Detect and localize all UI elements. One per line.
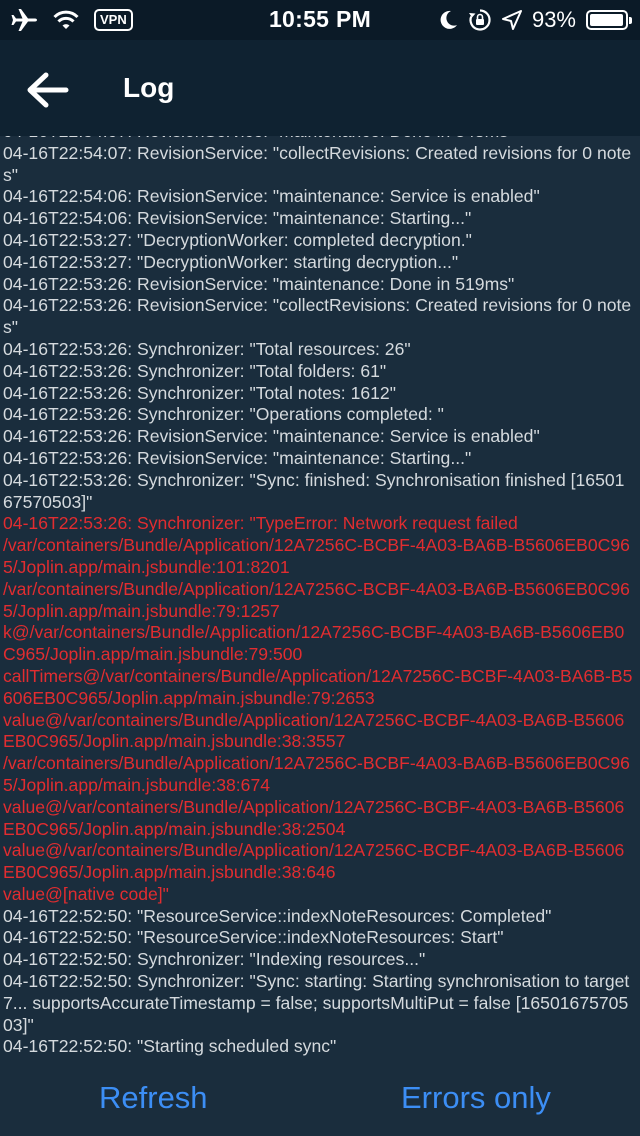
log-entry: 04-16T22:54:06: RevisionService: "mainte…	[3, 208, 472, 229]
back-arrow-icon	[27, 72, 69, 108]
location-arrow-icon	[501, 10, 522, 30]
status-bar: VPN 10:55 PM 93%	[0, 0, 640, 40]
log-entry: 04-16T22:52:50: Synchronizer: "Indexing …	[3, 949, 426, 970]
log-entry: 04-16T22:53:26: Synchronizer: "Operation…	[3, 404, 444, 425]
page-title: Log	[123, 72, 175, 103]
log-entry: 04-16T22:52:50: "ResourceService::indexN…	[3, 905, 552, 926]
log-entry: 04-16T22:52:50: Synchronizer: "Sync: sta…	[3, 971, 635, 1035]
log-entry-error: 04-16T22:53:26: Synchronizer: "TypeError…	[3, 513, 633, 904]
log-entry: 04-16T22:53:27: "DecryptionWorker: compl…	[3, 229, 472, 250]
log-entry: 04-16T22:53:26: Synchronizer: "Sync: fin…	[3, 469, 625, 512]
refresh-button[interactable]: Refresh	[99, 1080, 208, 1116]
log-entry: 04-16T22:53:26: RevisionService: "collec…	[3, 295, 632, 338]
log-entry: 04-16T22:52:50: "Starting scheduled sync…	[3, 1036, 337, 1057]
log-entry: 04-16T22:54:07: RevisionService: "collec…	[3, 142, 632, 185]
battery-icon	[586, 10, 632, 30]
log-entry: 04-16T22:53:26: Synchronizer: "Total not…	[3, 382, 396, 403]
log-entry: 04-16T22:54:07: RevisionService: "mainte…	[3, 136, 634, 143]
battery-percentage: 93%	[531, 7, 576, 32]
rotation-lock-icon	[468, 9, 491, 31]
log-entry: 04-16T22:53:27: "DecryptionWorker: start…	[3, 251, 459, 272]
log-entry: 04-16T22:53:26: RevisionService: "mainte…	[3, 447, 472, 468]
back-button[interactable]	[18, 66, 74, 114]
log-entry: 04-16T22:54:06: RevisionService: "mainte…	[3, 186, 540, 207]
status-bar-right: 93%	[440, 5, 632, 35]
log-entry: 04-16T22:52:50: "ResourceService::indexN…	[3, 927, 504, 948]
errors-only-button[interactable]: Errors only	[401, 1080, 551, 1116]
log-entry: 04-16T22:53:26: Synchronizer: "Total fol…	[3, 360, 387, 381]
log-entry: 04-16T22:53:26: Synchronizer: "Total res…	[3, 338, 411, 359]
battery-fill	[590, 14, 623, 26]
header-bar: Log	[0, 40, 640, 136]
log-entry: 04-16T22:53:26: RevisionService: "mainte…	[3, 426, 540, 447]
footer-toolbar: Refresh Errors only	[0, 1066, 640, 1136]
log-scroll-area[interactable]: 04-16T22:54:07: RevisionService: "mainte…	[0, 136, 640, 1066]
log-entry: 04-16T22:53:26: RevisionService: "mainte…	[3, 273, 515, 294]
log-list: 04-16T22:54:07: RevisionService: "mainte…	[3, 136, 634, 1058]
moon-icon	[440, 10, 457, 29]
